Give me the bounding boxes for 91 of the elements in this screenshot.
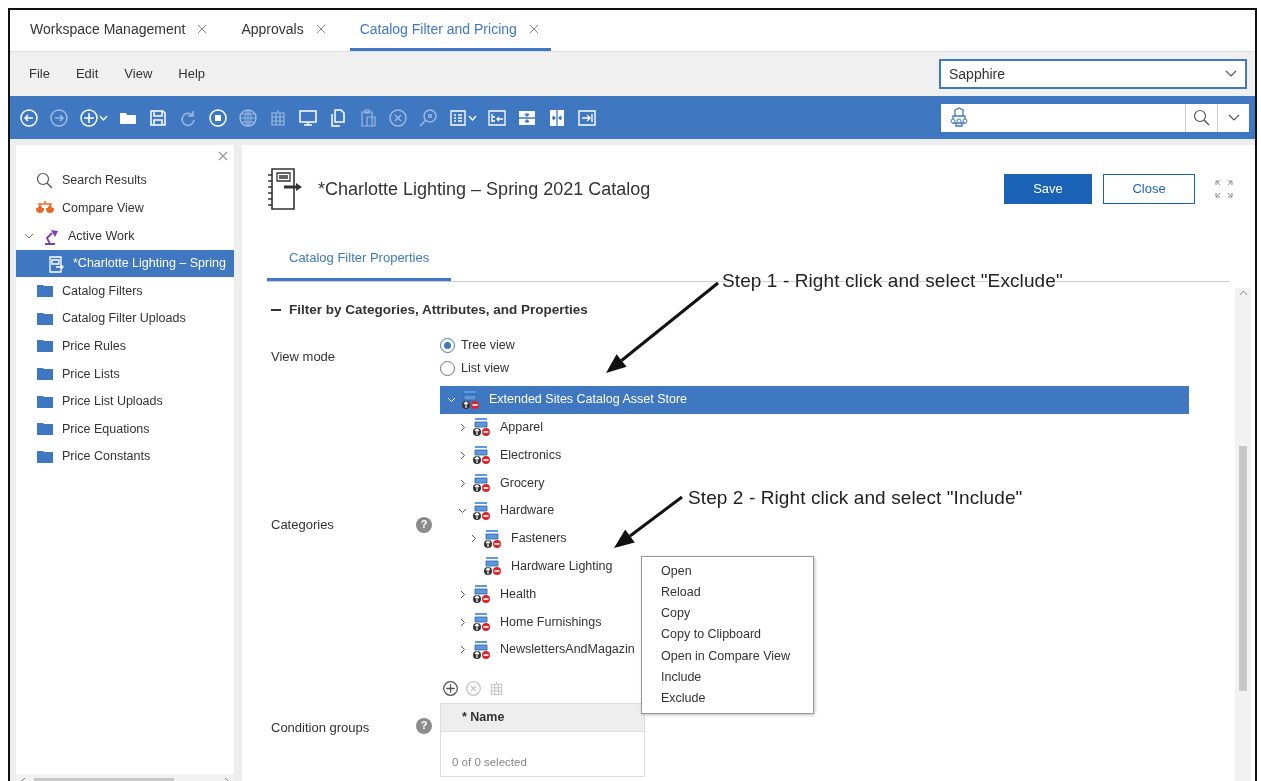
sidebar-item[interactable]: Search Results	[16, 167, 234, 195]
menu-item[interactable]: View	[111, 64, 166, 84]
maximize-icon[interactable]	[1215, 180, 1233, 198]
sidebar-item[interactable]: Price List Uploads	[16, 387, 234, 416]
workspace-tab[interactable]: Approvals	[231, 10, 338, 51]
menu-item[interactable]: Help	[165, 64, 219, 84]
close-icon[interactable]	[197, 24, 208, 34]
scroll-up-icon[interactable]	[1238, 289, 1248, 296]
category-icon	[483, 556, 503, 577]
close-button[interactable]: Close	[1103, 174, 1195, 204]
category-icon	[472, 639, 492, 660]
category-icon	[472, 612, 492, 632]
tree-item[interactable]: Fasteners	[440, 524, 571, 553]
collapse-icon[interactable]	[271, 308, 281, 311]
chevron-icon[interactable]	[24, 231, 34, 241]
tree-item[interactable]: Extended Sites Catalog Asset Store	[440, 385, 1189, 414]
annotation-text: Step 1 - Right click and select "Exclude"	[722, 269, 1063, 293]
sidebar-item[interactable]: Price Equations	[16, 415, 234, 443]
document-icon	[47, 254, 65, 273]
editor-tab[interactable]: Catalog Filter Properties	[267, 248, 452, 281]
section-title: Filter by Categories, Attributes, and Properties	[289, 300, 588, 319]
radio-label: List view	[461, 359, 509, 377]
search-icon[interactable]	[1192, 108, 1211, 127]
menu-item[interactable]: Reload	[642, 582, 813, 604]
stop-icon[interactable]	[208, 107, 228, 128]
close-icon[interactable]	[218, 151, 228, 161]
field-label: Categories	[271, 516, 335, 534]
sidebar-item[interactable]: *Charlotte Lighting – Spring	[16, 249, 234, 278]
copy-icon[interactable]	[328, 107, 348, 128]
tree-item[interactable]: Health	[440, 580, 541, 609]
category-icon	[483, 528, 503, 549]
list-icon[interactable]	[448, 107, 468, 128]
menu-item[interactable]: Copy to Clipboard	[642, 624, 813, 646]
close-icon[interactable]	[528, 24, 539, 34]
tree-item[interactable]: Hardware	[440, 496, 559, 525]
annotation-text: Step 2 - Right click and select "Include"	[688, 486, 1023, 510]
split-horizontal-icon[interactable]	[547, 107, 567, 128]
category-icon	[472, 417, 492, 438]
field-label: Condition groups	[271, 718, 371, 737]
menu-item[interactable]: Edit	[62, 64, 112, 84]
tree-item[interactable]: Home Furnishings	[440, 608, 606, 636]
radio-label: Tree view	[461, 336, 515, 354]
annotation-arrow	[614, 495, 683, 548]
radio-button[interactable]	[440, 337, 455, 353]
tree-item[interactable]: Apparel	[440, 413, 548, 442]
menu-item[interactable]: Copy	[642, 603, 813, 625]
caret-icon[interactable]	[1225, 70, 1237, 78]
editor-title: *Charlotte Lighting – Spring 2021 Catalog	[318, 177, 651, 201]
sidebar-item[interactable]: Price Rules	[16, 332, 234, 361]
monitor-icon[interactable]	[298, 107, 318, 128]
sidebar-item[interactable]: Price Lists	[16, 360, 234, 388]
search-field[interactable]	[941, 103, 1249, 132]
category-icon	[472, 445, 492, 466]
store-icon	[949, 106, 969, 129]
desk-lamp-icon	[42, 227, 60, 245]
menu-item[interactable]: Include	[642, 666, 813, 688]
category-icon	[472, 500, 492, 521]
tree-icon[interactable]	[487, 107, 507, 128]
menu-item[interactable]: File	[16, 64, 63, 84]
field-label: View mode	[271, 348, 337, 366]
tree-item[interactable]: Grocery	[440, 469, 549, 497]
tree-item[interactable]: Hardware Lighting	[440, 552, 617, 581]
add-icon[interactable]	[442, 679, 459, 697]
tree-item[interactable]: Electronics	[440, 441, 566, 470]
sidebar-item[interactable]: Catalog Filter Uploads	[16, 304, 234, 333]
chevron-icon[interactable]	[446, 395, 456, 405]
radio-button[interactable]	[440, 360, 455, 376]
store-select[interactable]: Sapphire	[939, 59, 1247, 89]
category-icon	[461, 389, 481, 410]
workspace-tab[interactable]: Workspace Management	[20, 10, 220, 51]
menu-item[interactable]: Open in Compare View	[642, 645, 813, 667]
chevron-icon[interactable]	[457, 506, 467, 516]
document-icon	[268, 167, 304, 211]
sidebar-item[interactable]: Price Constants	[16, 442, 234, 471]
close-icon[interactable]	[315, 24, 326, 34]
menu-item[interactable]: Open	[642, 561, 813, 583]
sidebar-item[interactable]: Compare View	[16, 194, 234, 223]
save-button[interactable]: Save	[1004, 174, 1092, 204]
sidebar-item[interactable]: Catalog Filters	[16, 277, 234, 305]
category-icon	[472, 584, 492, 605]
menu-item[interactable]: Exclude	[642, 687, 813, 709]
vertical-scrollbar[interactable]	[1235, 287, 1251, 781]
search-icon	[36, 171, 54, 190]
sidebar-item[interactable]: Active Work	[16, 222, 234, 250]
caret-icon[interactable]	[1227, 113, 1240, 122]
column-header[interactable]: * Name	[462, 707, 505, 727]
selection-count: 0 of 0 selected	[451, 755, 528, 771]
category-icon	[472, 473, 492, 494]
tree-item[interactable]: NewslettersAndMagazin	[440, 635, 639, 664]
export-icon[interactable]	[577, 107, 597, 128]
save-icon[interactable]	[148, 107, 168, 128]
